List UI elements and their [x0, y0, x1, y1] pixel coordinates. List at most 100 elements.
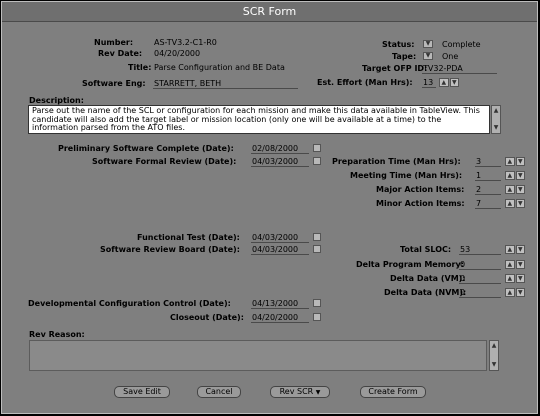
- arrow-up-icon[interactable]: ▲: [505, 260, 515, 269]
- chevron-down-icon: ▼: [425, 52, 431, 59]
- sloc-underline: [459, 254, 501, 255]
- arrow-down-icon[interactable]: ▼: [515, 171, 525, 180]
- delta-data-nvm-spinner[interactable]: ▲ ▼: [505, 288, 525, 297]
- prelim-software-complete-checkbox[interactable]: [313, 144, 321, 152]
- description-scrollbar[interactable]: ▲ ▼: [491, 105, 501, 134]
- total-sloc-value[interactable]: 53: [460, 245, 470, 254]
- number-label: Number:: [94, 38, 134, 47]
- delta-data-nvm-value[interactable]: 0: [460, 288, 465, 297]
- functional-test-label: Functional Test (Date):: [137, 233, 240, 242]
- software-review-board-value[interactable]: 04/03/2000: [252, 245, 298, 254]
- software-formal-review-value[interactable]: 04/03/2000: [252, 157, 298, 166]
- arrow-down-icon[interactable]: ▼: [515, 199, 525, 208]
- arrow-up-icon[interactable]: ▲: [505, 185, 515, 194]
- delta-data-vm-value[interactable]: 0: [460, 274, 465, 283]
- chevron-down-icon: ▼: [425, 40, 431, 47]
- dev-config-control-checkbox[interactable]: [313, 299, 321, 307]
- major-action-items-spinner[interactable]: ▲ ▼: [505, 185, 525, 194]
- closeout-value[interactable]: 04/20/2000: [252, 313, 298, 322]
- arrow-down-icon[interactable]: ▼: [515, 274, 525, 283]
- functional-test-checkbox[interactable]: [313, 233, 321, 241]
- cancel-button[interactable]: Cancel: [197, 386, 241, 398]
- prep-time-value[interactable]: 3: [476, 157, 481, 166]
- window-title: SCR Form: [2, 2, 537, 22]
- functional-test-underline: [251, 242, 309, 243]
- arrow-up-icon[interactable]: ▲: [505, 171, 515, 180]
- software-eng-label: Software Eng:: [82, 79, 146, 88]
- status-label: Status:: [382, 40, 415, 49]
- minor-action-items-spinner[interactable]: ▲ ▼: [505, 199, 525, 208]
- meeting-underline: [475, 180, 501, 181]
- software-review-board-checkbox[interactable]: [313, 245, 321, 253]
- minor-action-items-value[interactable]: 7: [476, 199, 481, 208]
- tape-value: One: [442, 52, 459, 61]
- rev-date-label: Rev Date:: [98, 49, 143, 58]
- software-formal-review-checkbox[interactable]: [313, 157, 321, 165]
- closeout-checkbox[interactable]: [313, 313, 321, 321]
- major-action-items-label: Major Action Items:: [376, 185, 465, 194]
- arrow-up-icon[interactable]: ▲: [505, 157, 515, 166]
- delta-program-memory-spinner[interactable]: ▲ ▼: [505, 260, 525, 269]
- arrow-up-icon[interactable]: ▲: [505, 199, 515, 208]
- description-label: Description:: [29, 96, 84, 105]
- delta-program-memory-label: Delta Program Memory:: [356, 260, 464, 269]
- prelim-software-complete-label: Preliminary Software Complete (Date):: [58, 144, 234, 153]
- major-underline: [475, 194, 501, 195]
- closeout-underline: [251, 322, 309, 323]
- arrow-down-icon[interactable]: ▼: [515, 260, 525, 269]
- rev-scr-button[interactable]: Rev SCR ▼: [270, 386, 330, 398]
- description-textarea[interactable]: Parse out the name of the SCL or configu…: [28, 105, 490, 134]
- save-edit-button[interactable]: Save Edit: [114, 386, 170, 398]
- meeting-time-value[interactable]: 1: [476, 171, 481, 180]
- prelim-software-complete-value[interactable]: 02/08/2000: [252, 144, 298, 153]
- software-eng-value[interactable]: STARRETT, BETH: [154, 79, 221, 88]
- est-effort-value[interactable]: 13: [423, 78, 433, 87]
- ddnvm-underline: [459, 297, 501, 298]
- software-eng-underline: [153, 88, 298, 89]
- major-action-items-value[interactable]: 2: [476, 185, 481, 194]
- arrow-up-icon[interactable]: ▲: [505, 245, 515, 254]
- prep-underline: [475, 166, 501, 167]
- functional-test-value[interactable]: 04/03/2000: [252, 233, 298, 242]
- scr-form-window: SCR Form Number: AS-TV3.2-C1-R0 Rev Date…: [1, 1, 538, 414]
- status-value: Complete: [442, 40, 481, 49]
- delta-data-vm-label: Delta Data (VM):: [390, 274, 466, 283]
- delta-program-memory-value[interactable]: 0: [460, 260, 465, 269]
- rev-scr-label: Rev SCR: [279, 387, 314, 396]
- total-sloc-spinner[interactable]: ▲ ▼: [505, 245, 525, 254]
- create-form-button[interactable]: Create Form: [360, 386, 426, 398]
- arrow-down-icon[interactable]: ▼: [490, 361, 498, 369]
- arrow-down-icon[interactable]: ▼: [449, 78, 459, 87]
- dev-config-control-value[interactable]: 04/13/2000: [252, 299, 298, 308]
- arrow-down-icon[interactable]: ▼: [515, 288, 525, 297]
- total-sloc-label: Total SLOC:: [400, 245, 452, 254]
- arrow-up-icon[interactable]: ▲: [492, 107, 500, 115]
- delta-data-vm-spinner[interactable]: ▲ ▼: [505, 274, 525, 283]
- rev-reason-textarea[interactable]: [29, 340, 487, 371]
- status-dropdown[interactable]: ▼: [423, 40, 433, 48]
- dev-config-underline: [251, 308, 309, 309]
- title-value[interactable]: Parse Configuration and BE Data: [154, 63, 285, 72]
- review-board-underline: [251, 254, 309, 255]
- arrow-down-icon[interactable]: ▼: [515, 157, 525, 166]
- arrow-up-icon[interactable]: ▲: [439, 78, 449, 87]
- arrow-up-icon[interactable]: ▲: [490, 342, 498, 350]
- rev-reason-scrollbar[interactable]: ▲ ▼: [489, 340, 499, 371]
- arrow-down-icon[interactable]: ▼: [515, 245, 525, 254]
- arrow-up-icon[interactable]: ▲: [505, 288, 515, 297]
- rev-reason-label: Rev Reason:: [29, 330, 85, 339]
- target-ofp-value[interactable]: TV32-PDA: [423, 64, 463, 73]
- est-effort-spinner[interactable]: ▲ ▼: [439, 78, 459, 87]
- prep-time-spinner[interactable]: ▲ ▼: [505, 157, 525, 166]
- chevron-down-icon: ▼: [315, 389, 321, 396]
- meeting-time-spinner[interactable]: ▲ ▼: [505, 171, 525, 180]
- tape-dropdown[interactable]: ▼: [423, 52, 433, 60]
- arrow-up-icon[interactable]: ▲: [505, 274, 515, 283]
- closeout-label: Closeout (Date):: [170, 313, 244, 322]
- meeting-time-label: Meeting Time (Man Hrs):: [350, 171, 463, 180]
- formal-review-underline: [251, 166, 309, 167]
- number-value: AS-TV3.2-C1-R0: [154, 38, 217, 47]
- delta-data-nvm-label: Delta Data (NVM):: [384, 288, 467, 297]
- arrow-down-icon[interactable]: ▼: [492, 124, 500, 132]
- arrow-down-icon[interactable]: ▼: [515, 185, 525, 194]
